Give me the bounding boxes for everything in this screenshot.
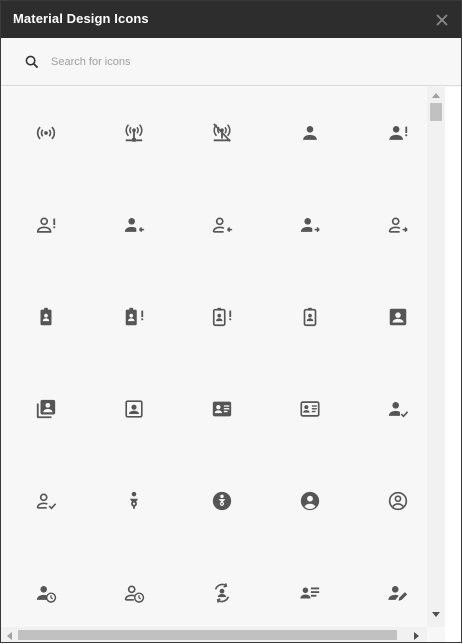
account-card-details-icon[interactable] (202, 389, 242, 429)
account-box-outline-icon[interactable] (114, 389, 154, 429)
account-check-icon-glyph (388, 402, 409, 418)
dialog-title: Material Design Icons (13, 11, 149, 26)
account-convert-icon[interactable] (202, 573, 242, 613)
account-icon-glyph (303, 126, 317, 140)
account-card-details-icon-glyph (212, 401, 232, 417)
vertical-scroll-thumb[interactable] (430, 103, 442, 121)
account-badge-alert-outline-icon-glyph (212, 307, 232, 327)
scroll-left-arrow-icon[interactable] (5, 631, 13, 641)
account-check-outline-icon[interactable] (26, 481, 66, 521)
scroll-down-arrow-icon[interactable] (431, 611, 441, 619)
account-card-details-outline-icon-glyph (300, 401, 320, 417)
account-badge-alert-icon[interactable] (114, 297, 154, 337)
account-arrow-right-icon-glyph (300, 218, 320, 233)
scroll-up-arrow-icon[interactable] (431, 91, 441, 99)
account-circle-icon[interactable] (290, 481, 330, 521)
account-clock-outline-icon[interactable] (114, 573, 154, 613)
account-child-icon-glyph (129, 491, 139, 509)
account-clock-outline-icon-glyph (124, 585, 145, 603)
account-circle-outline-icon-glyph (388, 491, 408, 511)
search-icon (25, 55, 39, 69)
account-alert-icon[interactable] (378, 113, 418, 153)
account-convert-icon-glyph (214, 583, 230, 603)
account-alert-outline-icon[interactable] (26, 205, 66, 245)
account-clock-icon[interactable] (26, 573, 66, 613)
account-box-icon[interactable] (378, 297, 418, 337)
title-bar: Material Design Icons (1, 1, 461, 38)
horizontal-scroll-thumb[interactable] (18, 630, 397, 640)
account-edit-icon-glyph (388, 586, 408, 601)
account-clock-icon-glyph (36, 586, 57, 603)
access-point-network-icon[interactable] (114, 113, 154, 153)
account-check-outline-icon-glyph (36, 493, 57, 510)
icon-grid (1, 87, 427, 627)
access-point-network-icon-glyph (125, 124, 143, 142)
account-child-circle-icon-glyph (212, 491, 232, 511)
account-badge-outline-icon[interactable] (290, 297, 330, 337)
account-circle-icon-glyph (300, 491, 320, 511)
access-point-icon[interactable] (26, 113, 66, 153)
account-alert-outline-icon-glyph (36, 217, 56, 233)
account-details-icon[interactable] (290, 573, 330, 613)
close-icon[interactable] (431, 9, 453, 31)
account-box-multiple-icon[interactable] (26, 389, 66, 429)
account-arrow-right-outline-icon-glyph (388, 217, 408, 233)
horizontal-scrollbar[interactable] (1, 627, 427, 642)
account-arrow-left-outline-icon[interactable] (202, 205, 242, 245)
account-check-icon[interactable] (378, 389, 418, 429)
dialog-edge (445, 87, 461, 642)
account-circle-outline-icon[interactable] (378, 481, 418, 521)
access-point-network-off-icon[interactable] (202, 113, 242, 153)
account-card-details-outline-icon[interactable] (290, 389, 330, 429)
scroll-right-arrow-icon[interactable] (413, 631, 421, 641)
account-arrow-left-icon[interactable] (114, 205, 154, 245)
access-point-icon-glyph (36, 126, 56, 140)
account-box-icon-glyph (389, 308, 407, 326)
account-box-outline-icon-glyph (125, 400, 143, 418)
account-alert-icon-glyph (389, 126, 408, 140)
account-badge-icon-glyph (40, 307, 52, 326)
account-details-icon-glyph (300, 587, 320, 599)
icon-picker-dialog: Material Design Icons (0, 0, 462, 643)
account-badge-alert-icon-glyph (125, 307, 144, 326)
account-badge-alert-outline-icon[interactable] (202, 297, 242, 337)
vertical-scrollbar[interactable] (427, 87, 445, 627)
account-badge-outline-icon-glyph (303, 307, 317, 327)
account-edit-icon[interactable] (378, 573, 418, 613)
account-box-multiple-icon-glyph (36, 399, 56, 419)
search-input[interactable] (51, 51, 391, 73)
account-arrow-right-icon[interactable] (290, 205, 330, 245)
account-badge-icon[interactable] (26, 297, 66, 337)
account-child-icon[interactable] (114, 481, 154, 521)
account-arrow-left-outline-icon-glyph (212, 217, 233, 233)
search-bar (1, 38, 461, 86)
access-point-network-off-icon-glyph (213, 123, 231, 142)
account-icon[interactable] (290, 113, 330, 153)
account-child-circle-icon[interactable] (202, 481, 242, 521)
account-arrow-left-icon-glyph (124, 218, 145, 233)
account-arrow-right-outline-icon[interactable] (378, 205, 418, 245)
